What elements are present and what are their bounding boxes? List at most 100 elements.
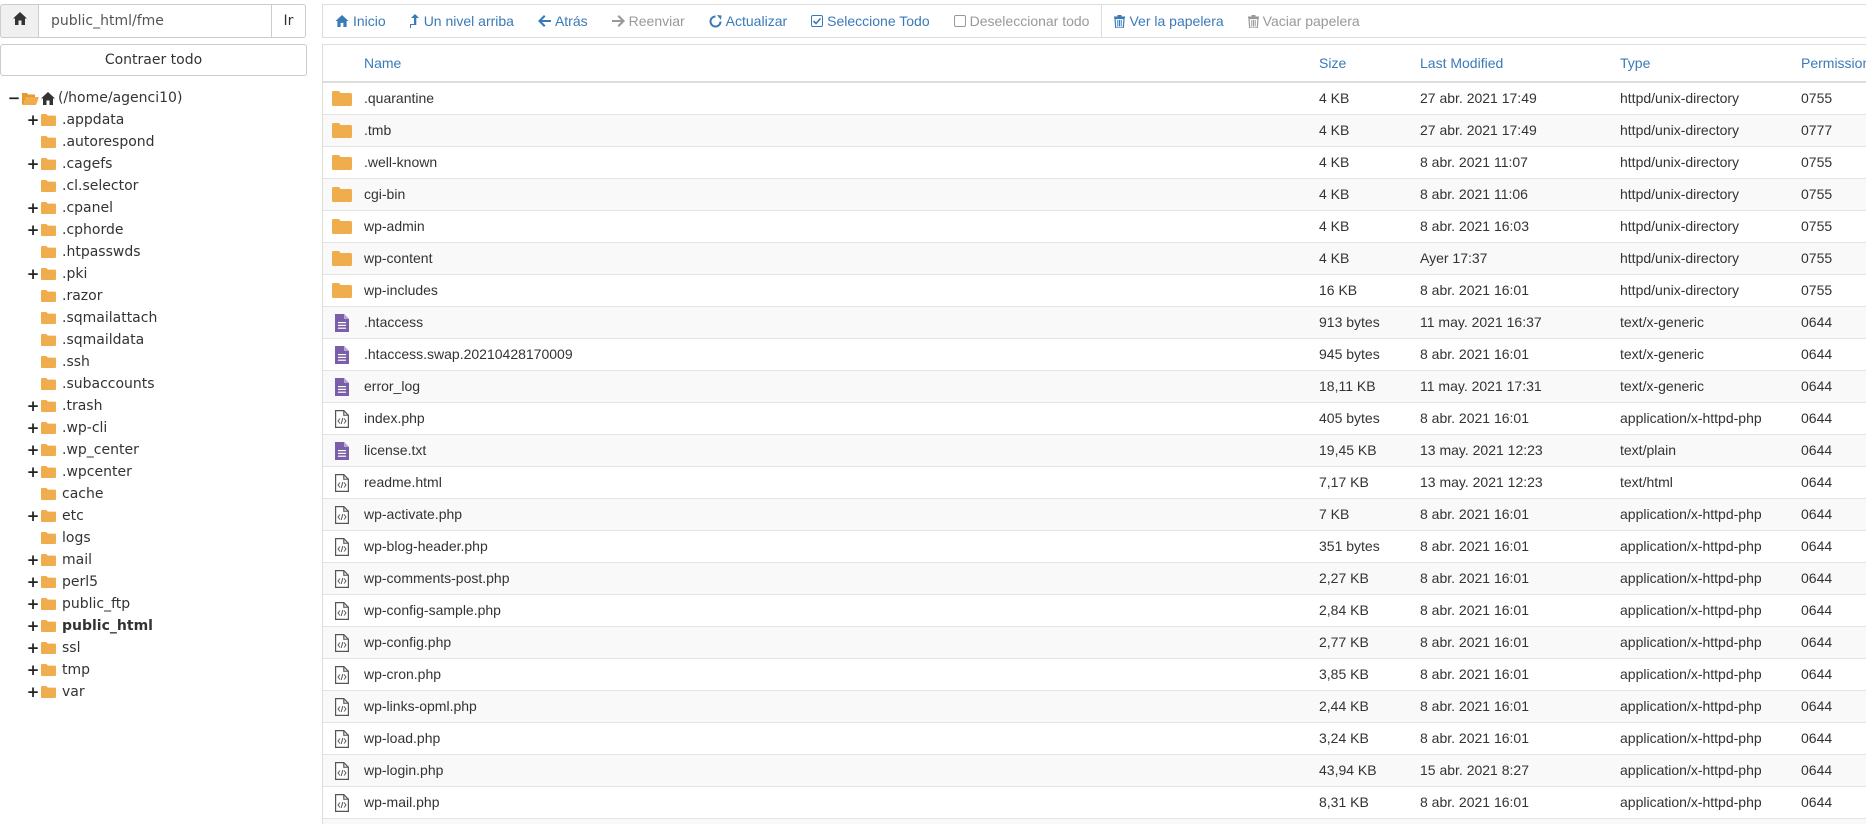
file-permissions: 0644: [1801, 442, 1833, 458]
table-row[interactable]: index.php 405 bytes 8 abr. 2021 16:01 appli…: [323, 403, 1866, 435]
tree-item[interactable]: logs: [6, 527, 306, 549]
tree-item[interactable]: cache: [6, 483, 306, 505]
tree-item[interactable]: + .cpanel: [6, 197, 306, 219]
tree-item[interactable]: + .cphorde: [6, 219, 306, 241]
table-row[interactable]: error_log 18,11 KB 11 may. 2021 17:31 text/…: [323, 371, 1866, 403]
forward-button[interactable]: Reenviar: [600, 4, 697, 38]
table-row[interactable]: wp-links-opml.php 2,44 KB 8 abr. 2021 16:0…: [323, 691, 1866, 723]
tree-item-label: ssl: [62, 640, 81, 656]
expand-toggle-icon[interactable]: +: [25, 398, 41, 414]
column-header-permissions[interactable]: Permissions: [1801, 45, 1866, 81]
table-row[interactable]: .tmb 4 KB 27 abr. 2021 17:49 httpd/unix-dir…: [323, 115, 1866, 147]
tree-item[interactable]: .cl.selector: [6, 175, 306, 197]
table-row[interactable]: wp-settings.php 20,63 KB 8 abr. 2021 16:01…: [323, 819, 1866, 824]
up-one-level-button[interactable]: Un nivel arriba: [398, 4, 526, 38]
tree-item[interactable]: + perl5: [6, 571, 306, 593]
file-last-modified: 8 abr. 2021 16:01: [1420, 538, 1529, 554]
expand-toggle-icon[interactable]: +: [25, 464, 41, 480]
table-row[interactable]: wp-login.php 43,94 KB 15 abr. 2021 8:27 app…: [323, 755, 1866, 787]
expand-toggle-icon[interactable]: +: [25, 200, 41, 216]
table-row[interactable]: wp-comments-post.php 2,27 KB 8 abr. 2021 1…: [323, 563, 1866, 595]
tree-item[interactable]: .razor: [6, 285, 306, 307]
table-row[interactable]: license.txt 19,45 KB 13 may. 2021 12:23 tex…: [323, 435, 1866, 467]
collapse-toggle-icon[interactable]: −: [6, 90, 22, 106]
deselect-all-button[interactable]: Deseleccionar todo: [942, 4, 1102, 38]
expand-toggle-icon[interactable]: +: [25, 420, 41, 436]
column-header-name[interactable]: Name: [364, 45, 401, 81]
back-button[interactable]: Atrás: [526, 4, 600, 38]
tree-item[interactable]: + .trash: [6, 395, 306, 417]
table-row[interactable]: .well-known 4 KB 8 abr. 2021 11:07 httpd/un…: [323, 147, 1866, 179]
tree-item[interactable]: + tmp: [6, 659, 306, 681]
tree-item[interactable]: + .wpcenter: [6, 461, 306, 483]
view-trash-button[interactable]: Ver la papelera: [1102, 4, 1235, 38]
reload-button[interactable]: Actualizar: [697, 4, 799, 38]
go-button[interactable]: Ir: [272, 4, 306, 38]
collapse-all-button[interactable]: Contraer todo: [0, 44, 307, 76]
table-row[interactable]: wp-cron.php 3,85 KB 8 abr. 2021 16:01 appli…: [323, 659, 1866, 691]
table-row[interactable]: readme.html 7,17 KB 13 may. 2021 12:23 text…: [323, 467, 1866, 499]
table-row[interactable]: wp-includes 16 KB 8 abr. 2021 16:01 httpd/u…: [323, 275, 1866, 307]
table-row[interactable]: wp-blog-header.php 351 bytes 8 abr. 2021 1…: [323, 531, 1866, 563]
table-row[interactable]: wp-activate.php 7 KB 8 abr. 2021 16:01 appl…: [323, 499, 1866, 531]
tree-item[interactable]: .htpasswds: [6, 241, 306, 263]
expand-toggle-icon[interactable]: +: [25, 266, 41, 282]
tree-root[interactable]: − (/home/agenci10): [6, 87, 306, 109]
trash-icon: [1114, 14, 1126, 28]
table-row[interactable]: cgi-bin 4 KB 8 abr. 2021 11:06 httpd/unix-d…: [323, 179, 1866, 211]
table-row[interactable]: wp-config-sample.php 2,84 KB 8 abr. 2021 1…: [323, 595, 1866, 627]
tree-item[interactable]: + etc: [6, 505, 306, 527]
tree-item[interactable]: .sqmaildata: [6, 329, 306, 351]
file-name: wp-links-opml.php: [364, 698, 477, 714]
tree-item[interactable]: + .appdata: [6, 109, 306, 131]
table-row[interactable]: wp-admin 4 KB 8 abr. 2021 16:03 httpd/unix-…: [323, 211, 1866, 243]
code-file-icon: [330, 499, 354, 530]
file-type: httpd/unix-directory: [1620, 186, 1740, 202]
table-row[interactable]: wp-content 4 KB Ayer 17:37 httpd/unix-direc…: [323, 243, 1866, 275]
tree-item[interactable]: + public_html: [6, 615, 306, 637]
tree-item[interactable]: + var: [6, 681, 306, 703]
select-all-button[interactable]: Seleccione Todo: [799, 4, 941, 38]
table-row[interactable]: wp-mail.php 8,31 KB 8 abr. 2021 16:01 appli…: [323, 787, 1866, 819]
tree-item[interactable]: .ssh: [6, 351, 306, 373]
table-row[interactable]: .htaccess 913 bytes 11 may. 2021 16:37 text…: [323, 307, 1866, 339]
file-permissions: 0644: [1801, 666, 1833, 682]
tree-item[interactable]: + .wp_center: [6, 439, 306, 461]
expand-toggle-icon[interactable]: +: [25, 684, 41, 700]
file-last-modified: 13 may. 2021 12:23: [1420, 442, 1543, 458]
column-header-type[interactable]: Type: [1620, 45, 1650, 81]
expand-toggle-icon[interactable]: +: [25, 574, 41, 590]
column-header-last-modified[interactable]: Last Modified: [1420, 45, 1503, 81]
tree-item[interactable]: .sqmailattach: [6, 307, 306, 329]
table-row[interactable]: .quarantine 4 KB 27 abr. 2021 17:49 httpd/u…: [323, 83, 1866, 115]
tree-item[interactable]: + .wp-cli: [6, 417, 306, 439]
file-name: error_log: [364, 378, 421, 394]
expand-toggle-icon[interactable]: +: [25, 222, 41, 238]
table-row[interactable]: wp-load.php 3,24 KB 8 abr. 2021 16:01 appli…: [323, 723, 1866, 755]
expand-toggle-icon[interactable]: +: [25, 640, 41, 656]
expand-toggle-icon[interactable]: +: [25, 112, 41, 128]
tree-item[interactable]: + .pki: [6, 263, 306, 285]
expand-toggle-icon[interactable]: +: [25, 618, 41, 634]
home-button[interactable]: Inicio: [323, 4, 398, 38]
tree-item[interactable]: + mail: [6, 549, 306, 571]
empty-trash-button[interactable]: Vaciar papelera: [1236, 4, 1372, 38]
expand-toggle-icon[interactable]: +: [25, 552, 41, 568]
expand-toggle-icon[interactable]: +: [25, 508, 41, 524]
tree-item-label: public_html: [62, 618, 153, 634]
expand-toggle-icon[interactable]: +: [25, 442, 41, 458]
tree-item[interactable]: .autorespond: [6, 131, 306, 153]
code-file-icon: [330, 563, 354, 594]
home-path-button[interactable]: [0, 4, 38, 38]
tree-item[interactable]: + .cagefs: [6, 153, 306, 175]
table-row[interactable]: .htaccess.swap.20210428170009 945 bytes 8 …: [323, 339, 1866, 371]
expand-toggle-icon[interactable]: +: [25, 156, 41, 172]
path-input[interactable]: [38, 4, 272, 38]
tree-item[interactable]: .subaccounts: [6, 373, 306, 395]
tree-item[interactable]: + public_ftp: [6, 593, 306, 615]
table-row[interactable]: wp-config.php 2,77 KB 8 abr. 2021 16:01 app…: [323, 627, 1866, 659]
expand-toggle-icon[interactable]: +: [25, 596, 41, 612]
column-header-size[interactable]: Size: [1319, 45, 1346, 81]
tree-item[interactable]: + ssl: [6, 637, 306, 659]
expand-toggle-icon[interactable]: +: [25, 662, 41, 678]
